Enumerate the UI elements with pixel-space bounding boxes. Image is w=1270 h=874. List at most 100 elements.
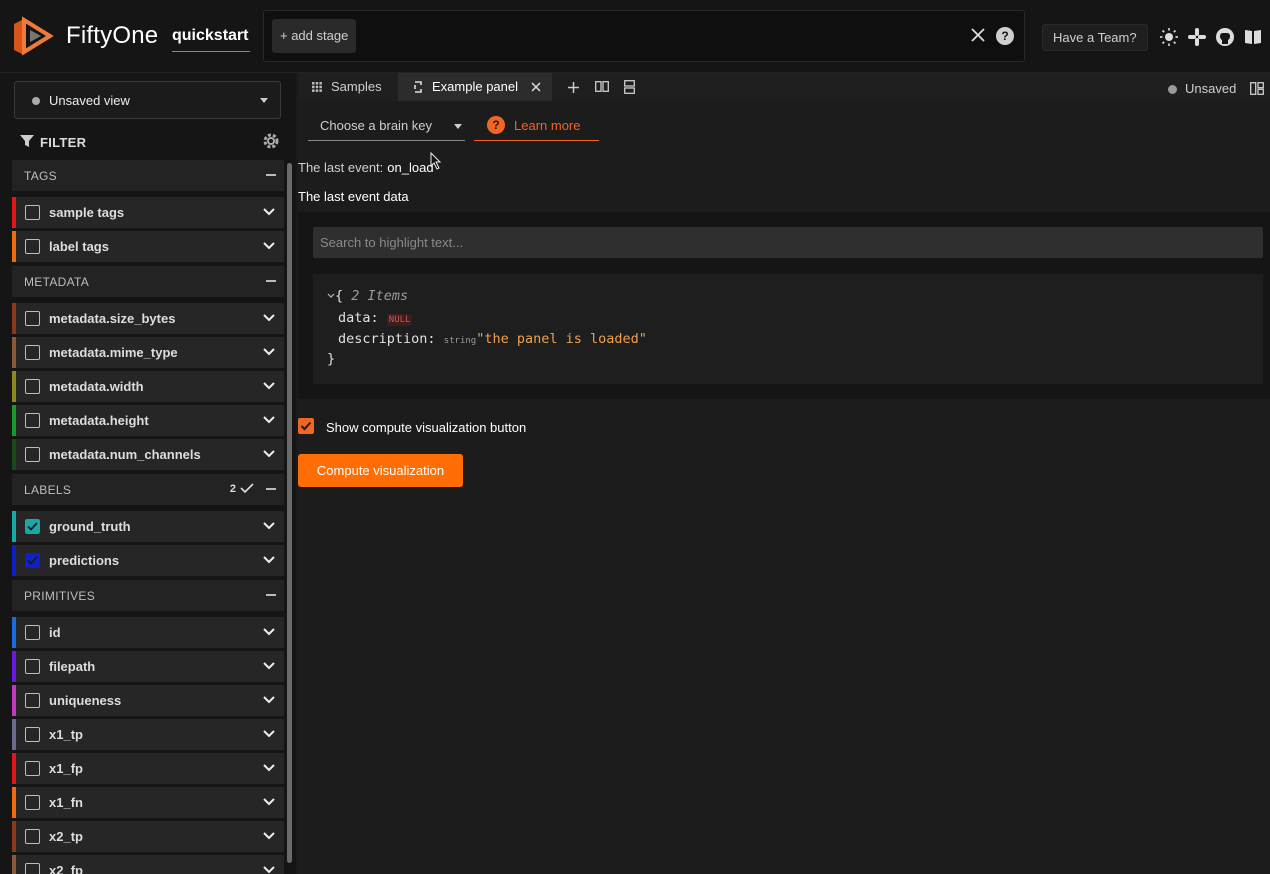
field-checkbox[interactable]: [25, 659, 40, 674]
field-checkbox[interactable]: [25, 761, 40, 776]
docs-book-icon[interactable]: [1243, 27, 1263, 47]
field-row-width[interactable]: metadata.width: [12, 371, 284, 402]
add-stage-button[interactable]: + add stage: [272, 19, 357, 53]
chevron-down-icon[interactable]: [263, 381, 275, 391]
chevron-down-icon[interactable]: [263, 449, 275, 459]
field-row-ground-truth[interactable]: ground_truth: [12, 511, 284, 542]
chevron-down-icon[interactable]: [263, 763, 275, 773]
field-row-uniqueness[interactable]: uniqueness: [12, 685, 284, 716]
brain-key-select[interactable]: Choose a brain key: [308, 109, 465, 141]
check-icon[interactable]: [240, 482, 254, 494]
split-vertical-icon[interactable]: [624, 80, 635, 94]
field-checkbox[interactable]: [25, 413, 40, 428]
tab-samples[interactable]: Samples: [298, 73, 398, 101]
chevron-down-icon[interactable]: [263, 627, 275, 637]
field-checkbox[interactable]: [25, 379, 40, 394]
chevron-down-icon[interactable]: [263, 865, 275, 874]
field-checkbox[interactable]: [25, 311, 40, 326]
slack-icon[interactable]: [1187, 27, 1207, 47]
group-header-labels[interactable]: LABELS 2: [12, 474, 284, 505]
field-checkbox-checked[interactable]: [25, 553, 40, 568]
chevron-down-icon[interactable]: [263, 207, 275, 217]
field-label: x1_tp: [49, 727, 83, 742]
field-row-x1-fp[interactable]: x1_fp: [12, 753, 284, 784]
field-checkbox-checked[interactable]: [25, 519, 40, 534]
group-header-tags[interactable]: TAGS: [12, 160, 284, 191]
fiftyone-logo-icon[interactable]: [10, 14, 54, 58]
saved-view-select[interactable]: Unsaved view: [14, 81, 281, 119]
field-row-height[interactable]: metadata.height: [12, 405, 284, 436]
chevron-down-icon[interactable]: [263, 831, 275, 841]
field-row-predictions[interactable]: predictions: [12, 545, 284, 576]
field-row-num-channels[interactable]: metadata.num_channels: [12, 439, 284, 470]
field-checkbox[interactable]: [25, 863, 40, 874]
field-row-label-tags[interactable]: label tags: [12, 231, 284, 262]
json-search-box[interactable]: [313, 227, 1263, 258]
field-checkbox[interactable]: [25, 727, 40, 742]
theme-toggle-icon[interactable]: [1159, 27, 1179, 47]
field-row-sample-tags[interactable]: sample tags: [12, 197, 284, 228]
field-row-x1-tp[interactable]: x1_tp: [12, 719, 284, 750]
field-row-x2-fp[interactable]: x2_fp: [12, 855, 284, 874]
field-checkbox[interactable]: [25, 625, 40, 640]
filter-funnel-icon: [20, 135, 34, 147]
collapse-icon[interactable]: [266, 594, 276, 596]
field-checkbox[interactable]: [25, 205, 40, 220]
chevron-down-icon[interactable]: [263, 415, 275, 425]
chevron-down-icon[interactable]: [263, 313, 275, 323]
tab-label: Samples: [331, 79, 382, 94]
collapse-icon[interactable]: [266, 488, 276, 490]
github-icon[interactable]: [1215, 27, 1235, 47]
add-panel-icon[interactable]: [568, 82, 579, 93]
field-row-filepath[interactable]: filepath: [12, 651, 284, 682]
field-row-id[interactable]: id: [12, 617, 284, 648]
dataset-selector[interactable]: quickstart: [172, 27, 250, 52]
close-tab-icon[interactable]: [531, 82, 541, 92]
group-header-metadata[interactable]: METADATA: [12, 266, 284, 297]
field-row-x1-fn[interactable]: x1_fn: [12, 787, 284, 818]
chevron-down-icon[interactable]: [263, 729, 275, 739]
chevron-down-icon[interactable]: [263, 661, 275, 671]
layout-icon[interactable]: [1250, 82, 1264, 95]
field-row-size-bytes[interactable]: metadata.size_bytes: [12, 303, 284, 334]
field-label: metadata.height: [49, 413, 149, 428]
collapse-icon[interactable]: [266, 174, 276, 176]
group-label: PRIMITIVES: [24, 589, 96, 603]
field-checkbox[interactable]: [25, 239, 40, 254]
view-bar[interactable]: + add stage ?: [263, 10, 1025, 62]
caret-down-icon: [454, 124, 462, 129]
help-icon[interactable]: ?: [996, 27, 1014, 45]
collapse-chevron-icon[interactable]: [327, 292, 335, 300]
group-header-primitives[interactable]: PRIMITIVES: [12, 580, 284, 611]
chevron-down-icon[interactable]: [263, 241, 275, 251]
field-checkbox[interactable]: [25, 693, 40, 708]
show-compute-label: Show compute visualization button: [326, 420, 527, 435]
field-row-mime-type[interactable]: metadata.mime_type: [12, 337, 284, 368]
compute-visualization-button[interactable]: Compute visualization: [298, 454, 463, 487]
field-checkbox[interactable]: [25, 829, 40, 844]
collapse-icon[interactable]: [266, 280, 276, 282]
json-search-input[interactable]: [313, 227, 1263, 258]
field-checkbox[interactable]: [25, 795, 40, 810]
chevron-down-icon[interactable]: [263, 347, 275, 357]
have-a-team-button[interactable]: Have a Team?: [1042, 24, 1148, 51]
sidebar-scrollbar[interactable]: [287, 163, 292, 863]
json-data-line: data: NULL: [338, 310, 413, 326]
gear-icon[interactable]: [262, 132, 280, 150]
field-checkbox[interactable]: [25, 345, 40, 360]
last-event-value: on_load: [387, 160, 434, 175]
split-horizontal-icon[interactable]: [595, 81, 609, 92]
field-label: metadata.mime_type: [49, 345, 178, 360]
chevron-down-icon[interactable]: [263, 521, 275, 531]
field-checkbox[interactable]: [25, 447, 40, 462]
clear-view-icon[interactable]: [968, 25, 988, 45]
chevron-down-icon[interactable]: [263, 797, 275, 807]
chevron-down-icon[interactable]: [263, 555, 275, 565]
chevron-down-icon[interactable]: [263, 695, 275, 705]
json-root-line[interactable]: { 2 Items: [327, 288, 408, 304]
group-label: TAGS: [24, 169, 57, 183]
tab-example-panel[interactable]: Example panel: [398, 73, 552, 101]
field-row-x2-tp[interactable]: x2_tp: [12, 821, 284, 852]
show-compute-checkbox[interactable]: [298, 418, 314, 434]
learn-more-button[interactable]: ? Learn more: [474, 109, 599, 141]
